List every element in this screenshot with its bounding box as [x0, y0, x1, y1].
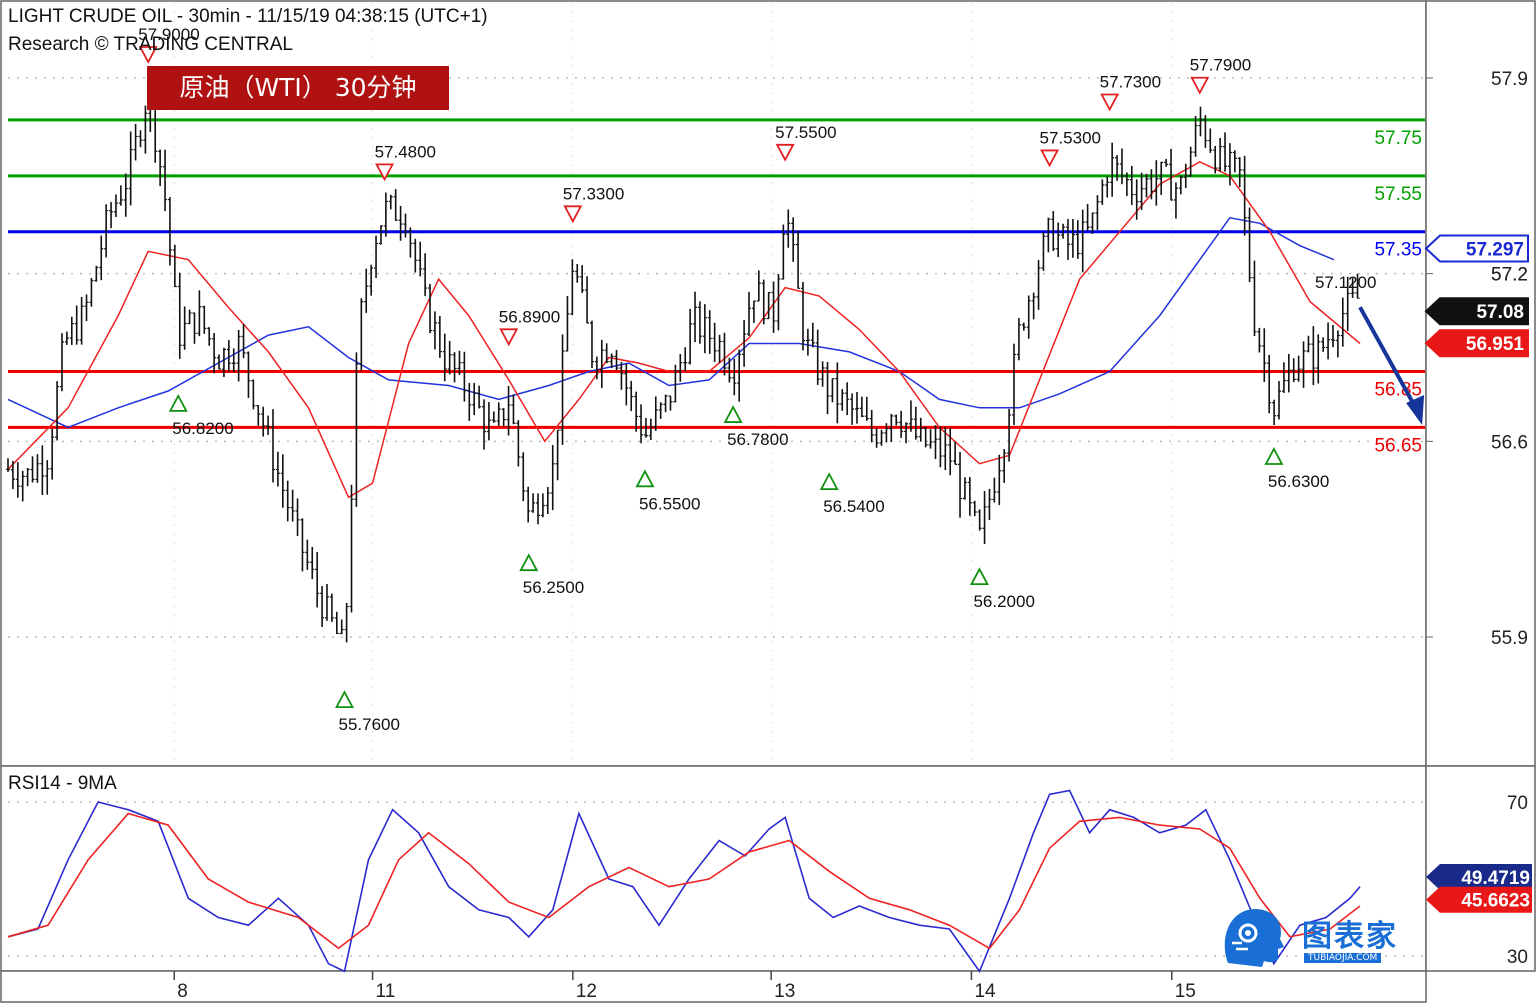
- rsi-title: RSI14 - 9MA: [8, 773, 117, 794]
- rsi-panel-frame: [0, 765, 1427, 972]
- price-tag-label: 57.297: [1466, 240, 1524, 261]
- price-tag-label: 57.08: [1476, 302, 1524, 323]
- level-label-57.75: 57.75: [1374, 128, 1422, 149]
- rsi-tag-label: 45.6623: [1461, 891, 1530, 912]
- instrument-badge: 原油（WTI） 30分钟: [147, 66, 449, 110]
- price-axis-label: 57.9: [1491, 69, 1528, 90]
- level-label-56.65: 56.65: [1374, 435, 1422, 456]
- chart-title: LIGHT CRUDE OIL - 30min - 11/15/19 04:38…: [8, 6, 488, 27]
- swing-low-label: 55.7600: [339, 715, 400, 734]
- time-axis-label: 13: [774, 981, 795, 1002]
- swing-high-label: 57.4800: [375, 142, 436, 161]
- swing-high-label: 56.8900: [499, 307, 560, 326]
- swing-low-label: 56.5400: [823, 497, 884, 516]
- swing-high-label: 57.7300: [1100, 73, 1161, 92]
- rsi-axis-label: 30: [1507, 947, 1528, 968]
- time-axis-label: 15: [1175, 981, 1196, 1002]
- swing-low-label: 56.7800: [727, 430, 788, 449]
- swing-low-label: 56.5500: [639, 494, 700, 513]
- rsi-tag-label: 49.4719: [1461, 868, 1530, 889]
- price-axis-label-current: 57.2: [1491, 265, 1528, 286]
- main-chart-frame: [0, 0, 1427, 767]
- swing-high-label: 57.5500: [775, 123, 836, 142]
- chart-source: Research © TRADING CENTRAL: [8, 34, 293, 55]
- price-tag-label: 56.951: [1466, 334, 1525, 355]
- robot-head-icon: [1224, 909, 1284, 967]
- swing-high-label: 57.7900: [1190, 56, 1251, 75]
- logo-name: 图表家: [1302, 919, 1398, 954]
- chart-canvas: 57.7557.5557.3556.8556.65 57.900056.8200…: [0, 0, 1536, 1003]
- price-axis-frame: [1425, 0, 1536, 767]
- time-axis-frame: [0, 970, 1427, 1003]
- annotation-label: 57.1200: [1315, 273, 1376, 292]
- time-axis-label: 11: [376, 981, 396, 1002]
- swing-low-label: 56.6300: [1268, 472, 1329, 491]
- price-axis-label: 55.9: [1491, 628, 1528, 649]
- swing-low-label: 56.2000: [973, 592, 1034, 611]
- time-axis-label: 12: [576, 981, 597, 1002]
- level-label-57.55: 57.55: [1374, 184, 1422, 205]
- logo-subtitle: TUBIAOJIA.COM: [1304, 953, 1382, 963]
- level-label-56.85: 56.85: [1374, 379, 1422, 400]
- price-axis-label: 56.6: [1491, 432, 1528, 453]
- rsi-axis-label: 70: [1507, 793, 1528, 814]
- time-axis-label: 14: [974, 981, 996, 1002]
- swing-high-label: 57.3300: [563, 184, 624, 203]
- level-label-57.35: 57.35: [1374, 240, 1422, 261]
- time-axis-label: 8: [177, 981, 188, 1002]
- swing-high-label: 57.5300: [1040, 128, 1101, 147]
- swing-low-label: 56.2500: [523, 578, 584, 597]
- swing-low-label: 56.8200: [172, 419, 233, 438]
- site-logo: 图表家 TUBIAOJIA.COM: [1218, 903, 1418, 969]
